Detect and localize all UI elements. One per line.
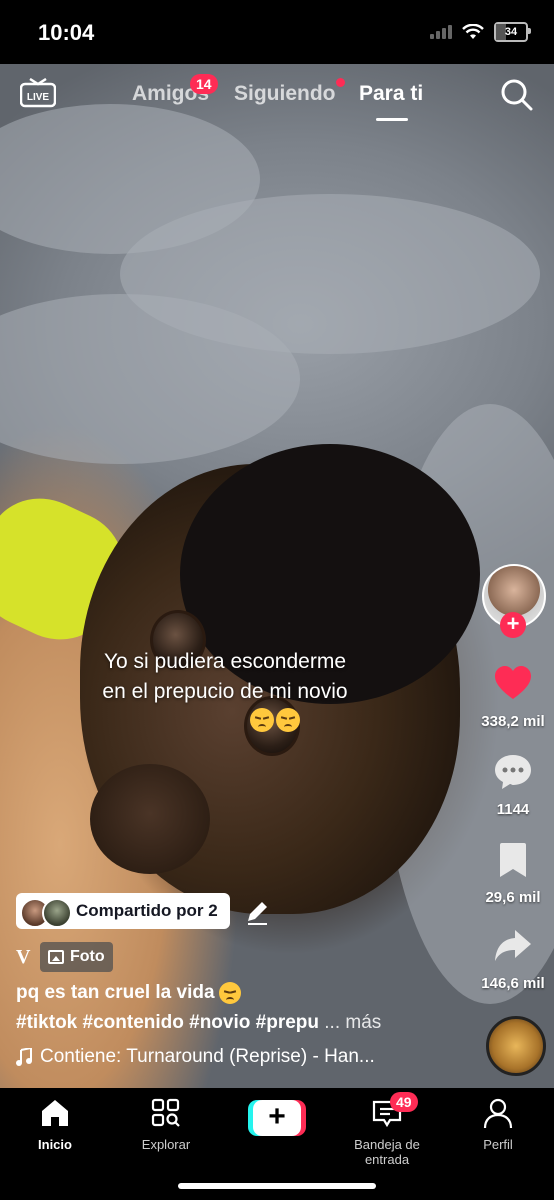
disappointed-face-icon (250, 708, 274, 732)
like-button[interactable]: 338,2 mil (470, 664, 554, 730)
home-icon (42, 1100, 68, 1126)
tab-bandeja[interactable]: Bandeja de entrada (332, 1096, 442, 1167)
shared-avatar (42, 898, 72, 928)
tab-explorar[interactable]: Explorar (111, 1096, 221, 1152)
tab-inicio[interactable]: Inicio (0, 1096, 110, 1152)
battery-icon: 34 (494, 22, 531, 42)
tab-perfil[interactable]: Perfil (443, 1096, 553, 1152)
create-button[interactable]: + (248, 1100, 306, 1136)
edit-pencil-icon[interactable] (240, 895, 274, 929)
tab-para-ti[interactable]: Para ti (359, 82, 423, 106)
music-note-icon (16, 1048, 32, 1066)
tab-siguiendo[interactable]: Siguiendo (234, 82, 336, 106)
profile-icon (483, 1098, 513, 1129)
music-title: Contiene: Turnaround (Reprise) - Han... (40, 1046, 375, 1067)
hashtag-list[interactable]: #tiktok #contenido #novio #prepu (16, 1012, 319, 1033)
tab-perfil-label: Perfil (483, 1137, 513, 1152)
bookmark-icon (500, 843, 526, 877)
tab-explorar-label: Explorar (141, 1137, 191, 1152)
overlay-text-line2: en el prepucio de mi novio (102, 680, 348, 703)
photo-type-label: Foto (70, 948, 105, 965)
v-logo: V (16, 946, 31, 968)
disappointed-emoji-pair (250, 708, 300, 732)
comment-icon (495, 755, 531, 789)
disappointed-face-icon (276, 708, 300, 732)
live-icon[interactable]: LIVE (20, 78, 56, 108)
battery-level: 34 (504, 26, 518, 38)
home-indicator[interactable] (178, 1183, 376, 1189)
amigos-badge: 14 (190, 74, 218, 94)
more-link[interactable]: ... más (324, 1012, 381, 1033)
share-count: 146,6 mil (481, 975, 545, 992)
svg-text:LIVE: LIVE (27, 92, 50, 103)
wifi-icon (462, 24, 484, 39)
caption-text: pq es tan cruel la vida (16, 982, 215, 1003)
follow-button[interactable]: + (500, 612, 526, 638)
photo-icon (48, 950, 64, 964)
hashtags[interactable]: #tiktok #contenido #novio #prepu ... más (16, 1012, 381, 1034)
share-arrow-icon (495, 930, 531, 961)
inbox-badge: 49 (390, 1092, 418, 1112)
monkey-snout (90, 764, 210, 874)
like-count: 338,2 mil (481, 713, 545, 730)
heart-icon (495, 666, 531, 699)
shared-by-label: Compartido por 2 (76, 901, 218, 920)
explore-icon (151, 1098, 180, 1127)
bottom-tab-bar: Inicio Explorar + Bandeja de entrada 49 … (0, 1088, 554, 1200)
plus-icon: + (253, 1100, 301, 1136)
music-info[interactable]: Contiene: Turnaround (Reprise) - Han... (16, 1046, 375, 1068)
top-nav: LIVE Amigos 14 Siguiendo Para ti (0, 64, 554, 124)
bookmark-button[interactable]: 29,6 mil (470, 840, 554, 906)
status-time: 10:04 (38, 20, 95, 45)
disappointed-face-icon (218, 982, 241, 1004)
status-icons: 34 (430, 22, 531, 42)
overlay-text-line1: Yo si pudiera esconderme (103, 650, 347, 673)
shared-avatars (20, 896, 72, 928)
tab-inicio-label: Inicio (38, 1137, 72, 1152)
tab-bandeja-label: Bandeja de entrada (354, 1137, 420, 1167)
comment-count: 1144 (496, 801, 530, 818)
music-disc-icon[interactable] (486, 1016, 546, 1076)
save-count: 29,6 mil (485, 889, 541, 906)
cellular-signal-icon (430, 25, 452, 39)
siguiendo-dot (336, 78, 345, 87)
post-caption[interactable]: pq es tan cruel la vida (16, 982, 241, 1004)
comment-button[interactable]: 1144 (470, 752, 554, 818)
status-bar: 10:04 34 (0, 0, 554, 64)
share-button[interactable]: 146,6 mil (470, 926, 554, 992)
active-tab-underline (376, 118, 408, 121)
shared-by-chip[interactable]: Compartido por 2 (16, 893, 230, 929)
search-icon[interactable] (500, 78, 534, 112)
photo-type-chip: Foto (40, 942, 113, 972)
